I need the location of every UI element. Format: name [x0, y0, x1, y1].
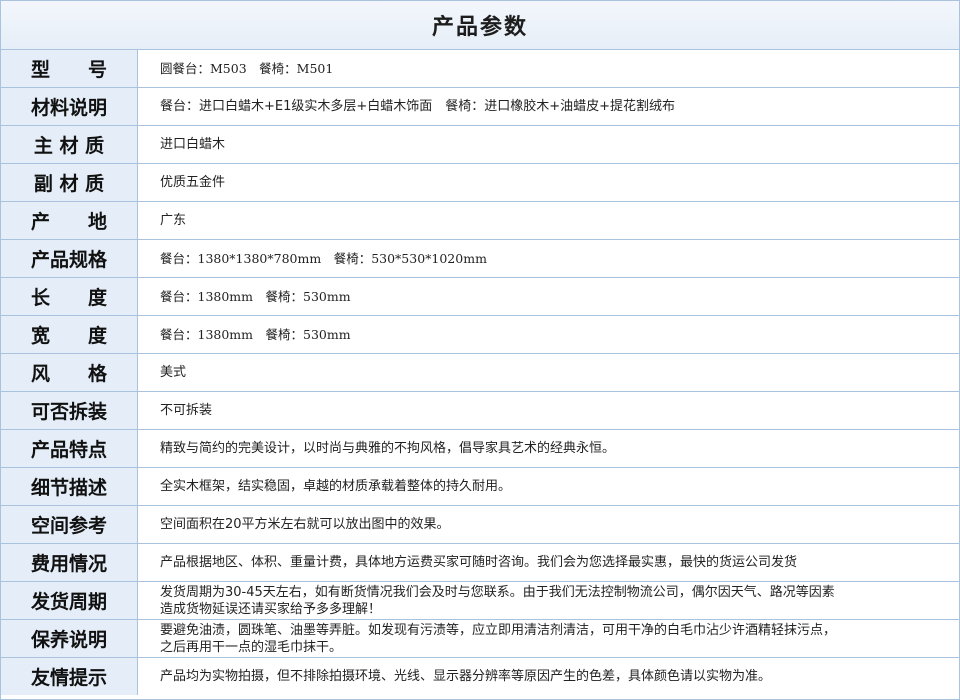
row-assembly: 可否拆装 不可拆装	[1, 392, 959, 430]
label-material-description: 材料说明	[1, 88, 138, 125]
row-friendly-reminder: 友情提示 产品均为实物拍摄，但不排除拍摄环境、光线、显示器分辨率等原因产生的色差…	[1, 658, 959, 695]
value-model: 圆餐台：M503 餐椅：M501	[160, 61, 334, 76]
value-length: 餐台：1380mm 餐椅：530mm	[160, 289, 351, 304]
row-features: 产品特点 精致与简约的完美设计，以时尚与典雅的不拘风格，倡导家具艺术的经典永恒。	[1, 430, 959, 468]
label-delivery-period: 发货周期	[1, 582, 138, 619]
value-assembly: 不可拆装	[160, 403, 213, 418]
row-shipping-cost: 费用情况 产品根据地区、体积、重量计费，具体地方运费买家可随时咨询。我们会为您选…	[1, 544, 959, 582]
label-width: 宽 度	[1, 316, 138, 353]
label-details: 细节描述	[1, 468, 138, 505]
value-specification: 餐台：1380*1380*780mm 餐椅：530*530*1020mm	[160, 251, 487, 266]
label-features: 产品特点	[1, 430, 138, 467]
label-specification: 产品规格	[1, 240, 138, 277]
row-main-material: 主 材 质 进口白蜡木	[1, 126, 959, 164]
table-header: 产品参数	[1, 1, 959, 50]
value-maintenance: 要避免油渍，圆珠笔、油墨等弄脏。如发现有污渍等，应立即用清洁剂清洁，可用干净的白…	[160, 622, 837, 655]
value-secondary-material: 优质五金件	[160, 175, 226, 190]
label-model: 型 号	[1, 50, 138, 87]
label-space-reference: 空间参考	[1, 506, 138, 543]
label-style: 风 格	[1, 354, 138, 391]
label-maintenance: 保养说明	[1, 620, 138, 657]
value-features: 精致与简约的完美设计，以时尚与典雅的不拘风格，倡导家具艺术的经典永恒。	[160, 441, 616, 456]
row-secondary-material: 副 材 质 优质五金件	[1, 164, 959, 202]
value-width: 餐台：1380mm 餐椅：530mm	[160, 327, 351, 342]
value-style: 美式	[160, 365, 187, 380]
row-length: 长 度 餐台：1380mm 餐椅：530mm	[1, 278, 959, 316]
row-style: 风 格 美式	[1, 354, 959, 392]
label-friendly-reminder: 友情提示	[1, 658, 138, 695]
row-origin: 产 地 广东	[1, 202, 959, 240]
row-specification: 产品规格 餐台：1380*1380*780mm 餐椅：530*530*1020m…	[1, 240, 959, 278]
row-details: 细节描述 全实木框架，结实稳固，卓越的材质承载着整体的持久耐用。	[1, 468, 959, 506]
value-main-material: 进口白蜡木	[160, 137, 226, 152]
row-space-reference: 空间参考 空间面积在20平方米左右就可以放出图中的效果。	[1, 506, 959, 544]
label-shipping-cost: 费用情况	[1, 544, 138, 581]
value-friendly-reminder: 产品均为实物拍摄，但不排除拍摄环境、光线、显示器分辨率等原因产生的色差，具体颜色…	[160, 669, 772, 684]
label-secondary-material: 副 材 质	[1, 164, 138, 201]
value-delivery-period: 发货周期为30-45天左右，如有断货情况我们会及时与您联系。由于我们无法控制物流…	[160, 584, 835, 617]
value-material-description: 餐台：进口白蜡木+E1级实木多层+白蜡木饰面 餐椅：进口橡胶木+油蜡皮+提花割绒…	[160, 99, 676, 114]
label-length: 长 度	[1, 278, 138, 315]
value-space-reference: 空间面积在20平方米左右就可以放出图中的效果。	[160, 517, 450, 532]
row-delivery-period: 发货周期 发货周期为30-45天左右，如有断货情况我们会及时与您联系。由于我们无…	[1, 582, 959, 620]
table-title: 产品参数	[431, 14, 528, 40]
row-model: 型 号 圆餐台：M503 餐椅：M501	[1, 50, 959, 88]
parameter-rows: 型 号 圆餐台：M503 餐椅：M501 材料说明 餐台：进口白蜡木+E1级实木…	[1, 50, 959, 695]
value-shipping-cost: 产品根据地区、体积、重量计费，具体地方运费买家可随时咨询。我们会为您选择最实惠，…	[160, 555, 798, 570]
row-maintenance: 保养说明 要避免油渍，圆珠笔、油墨等弄脏。如发现有污渍等，应立即用清洁剂清洁，可…	[1, 620, 959, 658]
label-main-material: 主 材 质	[1, 126, 138, 163]
label-origin: 产 地	[1, 202, 138, 239]
value-origin: 广东	[160, 213, 187, 228]
label-assembly: 可否拆装	[1, 392, 138, 429]
row-width: 宽 度 餐台：1380mm 餐椅：530mm	[1, 316, 959, 354]
value-details: 全实木框架，结实稳固，卓越的材质承载着整体的持久耐用。	[160, 479, 512, 494]
product-parameters-table: 产品参数 型 号 圆餐台：M503 餐椅：M501 材料说明 餐台：进口白蜡木+…	[0, 0, 960, 700]
row-material-description: 材料说明 餐台：进口白蜡木+E1级实木多层+白蜡木饰面 餐椅：进口橡胶木+油蜡皮…	[1, 88, 959, 126]
